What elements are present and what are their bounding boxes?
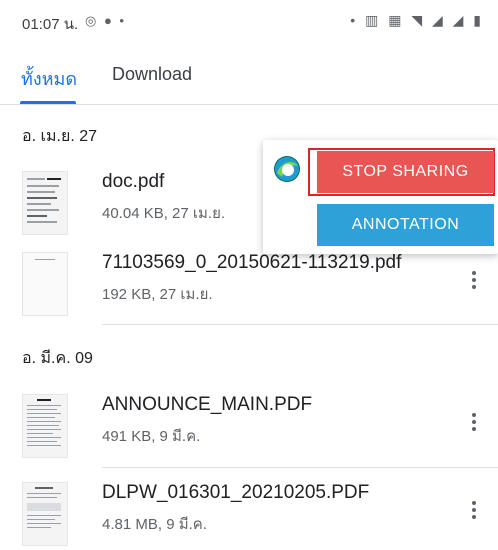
file-name: ANNOUNCE_MAIN.PDF [102,394,313,415]
notification-icons: ◎ ● • [85,13,126,28]
file-name: doc.pdf [102,171,165,192]
file-meta: 491 KB, 9 มี.ค. [102,428,201,445]
more-options-icon[interactable] [464,410,484,436]
document-thumbnail [22,394,68,458]
document-thumbnail [22,171,68,235]
system-status-icons: • ▥ ▦ ◥ ◢ ◢ ▮ [350,12,484,28]
tab-all[interactable]: ทั้งหมด [21,64,77,93]
divider [102,324,498,325]
file-name: DLPW_016301_20210205.PDF [102,482,370,503]
active-tab-indicator [20,101,76,104]
file-meta: 192 KB, 27 เม.ย. [102,286,213,303]
more-options-icon[interactable] [464,268,484,294]
annotation-button[interactable]: ANNOTATION [317,204,494,246]
document-thumbnail [22,252,68,316]
file-name: 71103569_0_20150621-113219.pdf [102,252,402,273]
document-thumbnail [22,482,68,546]
status-bar: 01:07 น. ◎ ● • • ▥ ▦ ◥ ◢ ◢ ▮ [0,0,498,46]
more-options-icon[interactable] [464,498,484,524]
file-meta: 40.04 KB, 27 เม.ย. [102,205,226,222]
file-row[interactable]: ANNOUNCE_MAIN.PDF 491 KB, 9 มี.ค. [0,388,498,462]
tab-download[interactable]: Download [112,64,192,85]
divider [102,467,498,468]
tab-bar: ทั้งหมด Download [0,50,498,105]
status-time: 01:07 น. [22,16,79,33]
screen-share-overlay: STOP SHARING ANNOTATION [263,140,498,254]
file-meta: 4.81 MB, 9 มี.ค. [102,516,207,533]
file-row[interactable]: DLPW_016301_20210205.PDF 4.81 MB, 9 มี.ค… [0,476,498,550]
section-date-header: อ. เม.ย. 27 [22,128,98,145]
stop-sharing-button[interactable]: STOP SHARING [317,151,494,193]
file-row[interactable]: 71103569_0_20150621-113219.pdf 192 KB, 2… [0,246,498,320]
webex-logo-icon [274,156,300,182]
section-date-header: อ. มี.ค. 09 [22,350,93,367]
